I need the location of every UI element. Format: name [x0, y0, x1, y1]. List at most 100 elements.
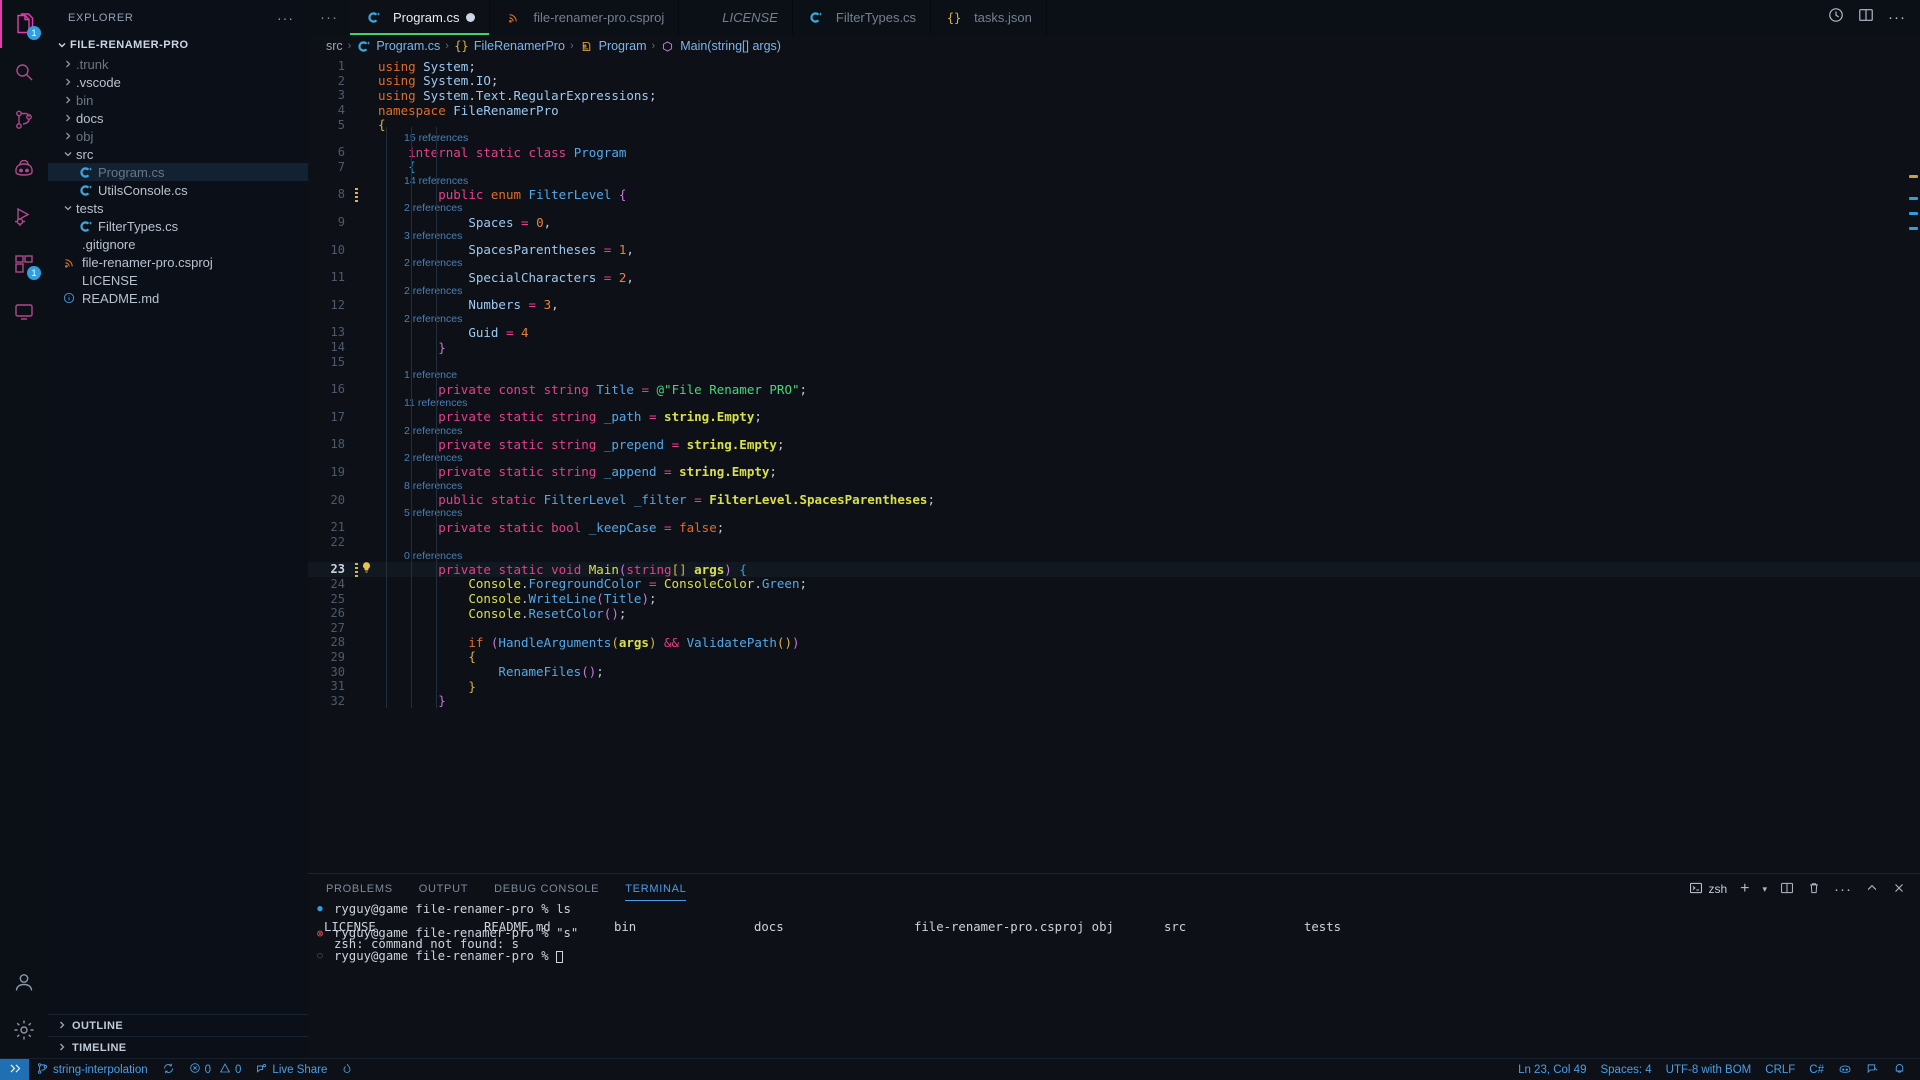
code-line-19[interactable]: 19 private static string _append = strin… — [308, 465, 1920, 480]
codelens-references[interactable]: 5 references — [308, 507, 1920, 520]
sidebar-section-timeline[interactable]: TIMELINE — [48, 1036, 308, 1058]
close-panel-icon[interactable] — [1892, 881, 1906, 898]
activity-item-copilot[interactable] — [0, 144, 48, 192]
terminal-output[interactable]: ●ryguy@game file-renamer-pro % lsLICENSE… — [308, 904, 1920, 1058]
code-line-4[interactable]: 4namespace FileRenamerPro — [308, 103, 1920, 118]
line-number[interactable]: 4 — [308, 103, 354, 117]
code-line-29[interactable]: 29 { — [308, 650, 1920, 665]
code-line-9[interactable]: 9 Spaces = 0, — [308, 215, 1920, 230]
line-number[interactable]: 28 — [308, 635, 354, 649]
editor-tab-tasks-json[interactable]: {}tasks.json — [931, 0, 1047, 35]
new-terminal-icon[interactable]: + — [1740, 880, 1749, 898]
tree-folder--vscode[interactable]: .vscode — [48, 73, 308, 91]
timeline-history-icon[interactable] — [1828, 7, 1844, 28]
code-line-13[interactable]: 13 Guid = 4 — [308, 325, 1920, 340]
editor-overview-ruler[interactable] — [1906, 57, 1920, 873]
status-feedback[interactable] — [1859, 1059, 1886, 1080]
line-number[interactable]: 16 — [308, 382, 354, 396]
codelens-references[interactable]: 11 references — [308, 397, 1920, 410]
breadcrumb-item-main-string-args-[interactable]: Main(string[] args) — [660, 39, 781, 53]
line-number[interactable]: 5 — [308, 118, 354, 132]
code-line-32[interactable]: 32 } — [308, 693, 1920, 708]
codelens-references[interactable]: 2 references — [308, 202, 1920, 215]
activity-item-settings[interactable] — [0, 1006, 48, 1054]
codelens-references[interactable]: 1 reference — [308, 369, 1920, 382]
status-cursor-position[interactable]: Ln 23, Col 49 — [1511, 1059, 1593, 1080]
line-number[interactable]: 31 — [308, 679, 354, 693]
code-line-11[interactable]: 11 SpecialCharacters = 2, — [308, 270, 1920, 285]
codelens-references[interactable]: 0 references — [308, 549, 1920, 562]
activity-item-explorer[interactable]: 1 — [0, 0, 48, 48]
codelens-references[interactable]: 3 references — [308, 229, 1920, 242]
line-number[interactable]: 11 — [308, 270, 354, 284]
line-number[interactable]: 13 — [308, 325, 354, 339]
tab-dirty-indicator[interactable] — [466, 13, 475, 22]
tree-file-utilsconsole-cs[interactable]: UtilsConsole.cs — [48, 181, 308, 199]
activity-item-accounts[interactable] — [0, 958, 48, 1006]
code-line-24[interactable]: 24 Console.ForegroundColor = ConsoleColo… — [308, 577, 1920, 592]
tabs-overflow-icon[interactable]: ··· — [308, 0, 350, 35]
maximize-panel-icon[interactable] — [1865, 881, 1879, 898]
line-number[interactable]: 21 — [308, 520, 354, 534]
code-line-26[interactable]: 26 Console.ResetColor(); — [308, 606, 1920, 621]
line-number[interactable]: 29 — [308, 650, 354, 664]
line-number[interactable]: 9 — [308, 215, 354, 229]
code-line-18[interactable]: 18 private static string _prepend = stri… — [308, 437, 1920, 452]
line-number[interactable]: 20 — [308, 493, 354, 507]
activity-item-extensions[interactable]: 1 — [0, 240, 48, 288]
tree-folder-tests[interactable]: tests — [48, 199, 308, 217]
editor-tab-file-renamer-pro-csproj[interactable]: file-renamer-pro.csproj — [490, 0, 679, 35]
split-editor-icon[interactable] — [1858, 7, 1874, 28]
line-number[interactable]: 18 — [308, 437, 354, 451]
panel-tab-debug-console[interactable]: DEBUG CONSOLE — [494, 874, 599, 904]
sidebar-section-outline[interactable]: OUTLINE — [48, 1014, 308, 1036]
codelens-references[interactable]: 2 references — [308, 452, 1920, 465]
status-problems[interactable]: 0 0 — [182, 1059, 249, 1080]
code-line-3[interactable]: 3using System.Text.RegularExpressions; — [308, 88, 1920, 103]
code-line-31[interactable]: 31 } — [308, 679, 1920, 694]
tree-folder-bin[interactable]: bin — [48, 91, 308, 109]
status-live-share[interactable]: Live Share — [248, 1059, 334, 1080]
activity-item-source-control[interactable] — [0, 96, 48, 144]
breadcrumb-item-src[interactable]: src — [326, 39, 343, 53]
status-remote-indicator[interactable] — [0, 1059, 29, 1080]
tree-root[interactable]: FILE-RENAMER-PRO — [48, 35, 308, 55]
status-ports[interactable] — [334, 1059, 360, 1080]
line-number[interactable]: 32 — [308, 694, 354, 708]
line-number[interactable]: 23 — [308, 562, 354, 576]
line-number[interactable]: 10 — [308, 243, 354, 257]
activity-item-search[interactable] — [0, 48, 48, 96]
line-number[interactable]: 7 — [308, 160, 354, 174]
code-line-17[interactable]: 17 private static string _path = string.… — [308, 410, 1920, 425]
code-line-1[interactable]: 1using System; — [308, 59, 1920, 74]
codelens-references[interactable]: 2 references — [308, 257, 1920, 270]
status-indentation[interactable]: Spaces: 4 — [1593, 1059, 1658, 1080]
line-number[interactable]: 24 — [308, 577, 354, 591]
codelens-references[interactable]: 2 references — [308, 424, 1920, 437]
code-line-12[interactable]: 12 Numbers = 3, — [308, 298, 1920, 313]
code-line-27[interactable]: 27 — [308, 620, 1920, 635]
editor-tab-program-cs[interactable]: Program.cs — [350, 0, 490, 35]
code-line-7[interactable]: 7 { — [308, 160, 1920, 175]
line-number[interactable]: 22 — [308, 535, 354, 549]
tree-file-filtertypes-cs[interactable]: FilterTypes.cs — [48, 217, 308, 235]
line-number[interactable]: 12 — [308, 298, 354, 312]
code-line-5[interactable]: 5{ — [308, 117, 1920, 132]
more-actions-icon[interactable]: ··· — [1888, 9, 1906, 26]
terminal-shell-selector[interactable]: zsh — [1689, 881, 1727, 898]
line-number[interactable]: 8 — [308, 187, 354, 201]
codelens-references[interactable]: 8 references — [308, 479, 1920, 492]
kill-terminal-icon[interactable] — [1807, 881, 1821, 898]
line-number[interactable]: 27 — [308, 621, 354, 635]
tree-folder-obj[interactable]: obj — [48, 127, 308, 145]
tree-file-readme-md[interactable]: README.md — [48, 289, 308, 307]
split-terminal-icon[interactable] — [1780, 881, 1794, 898]
line-number[interactable]: 25 — [308, 592, 354, 606]
line-number[interactable]: 1 — [308, 59, 354, 73]
code-line-20[interactable]: 20 public static FilterLevel _filter = F… — [308, 492, 1920, 507]
status-language-mode[interactable]: C# — [1802, 1059, 1831, 1080]
line-number[interactable]: 15 — [308, 355, 354, 369]
tree-file-license[interactable]: LICENSE — [48, 271, 308, 289]
codelens-references[interactable]: 14 references — [308, 174, 1920, 187]
tree-file-file-renamer-pro-csproj[interactable]: file-renamer-pro.csproj — [48, 253, 308, 271]
